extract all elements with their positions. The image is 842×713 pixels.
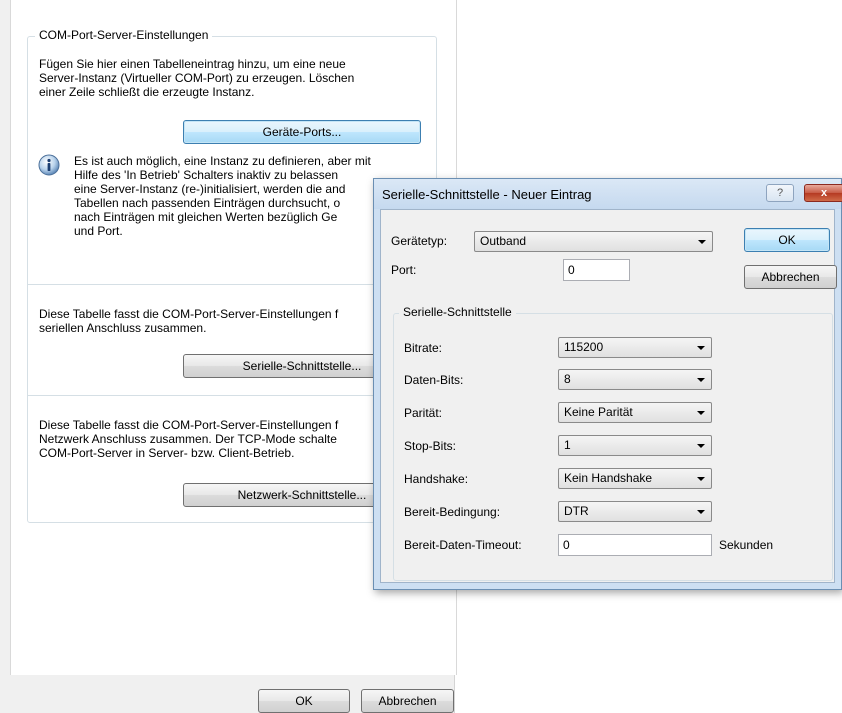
ready-timeout-field[interactable]: 0: [558, 534, 712, 556]
info-icon: [38, 154, 60, 176]
handshake-value: Kein Handshake: [564, 471, 653, 485]
chevron-down-icon: [697, 510, 705, 514]
ready-condition-value: DTR: [564, 504, 589, 518]
chevron-down-icon: [697, 444, 705, 448]
close-button[interactable]: x: [804, 184, 842, 202]
info-text-line2: Hilfe des 'In Betrieb' Schalters inaktiv…: [74, 168, 339, 182]
device-ports-button[interactable]: Geräte-Ports...: [183, 120, 421, 144]
stopbits-select[interactable]: 1: [558, 435, 712, 456]
serial-desc-line2: seriellen Anschluss zusammen.: [39, 321, 207, 335]
port-field[interactable]: 0: [563, 259, 630, 281]
chevron-down-icon: [697, 346, 705, 350]
info-text-line4: Tabellen nach passenden Einträgen durchs…: [74, 196, 341, 210]
help-button[interactable]: ?: [766, 184, 794, 202]
stopbits-label: Stop-Bits:: [404, 439, 457, 453]
group-title: COM-Port-Server-Einstellungen: [35, 28, 213, 42]
handshake-label: Handshake:: [404, 472, 469, 486]
bitrate-select[interactable]: 115200: [558, 337, 712, 358]
dialog-cancel-button[interactable]: Abbrechen: [744, 265, 837, 289]
ready-condition-select[interactable]: DTR: [558, 501, 712, 522]
info-text-line1: Es ist auch möglich, eine Instanz zu def…: [74, 154, 371, 168]
info-text-line3: eine Server-Instanz (re-)initialisiert, …: [74, 182, 346, 196]
network-desc-line1: Diese Tabelle fasst die COM-Port-Server-…: [39, 418, 339, 432]
cancel-button[interactable]: Abbrechen: [361, 689, 454, 713]
info-text-line6: und Port.: [74, 224, 123, 238]
info-text-line5: nach Einträgen mit gleichen Werten bezüg…: [74, 210, 338, 224]
intro-text-line3: einer Zeile schließt die erzeugte Instan…: [39, 85, 255, 99]
serial-group-title: Serielle-Schnittstelle: [399, 305, 516, 319]
intro-text-line1: Fügen Sie hier einen Tabelleneintrag hin…: [39, 57, 346, 71]
databits-label: Daten-Bits:: [404, 373, 464, 387]
chevron-down-icon: [697, 477, 705, 481]
serial-desc-line1: Diese Tabelle fasst die COM-Port-Server-…: [39, 307, 339, 321]
chevron-down-icon: [697, 411, 705, 415]
parity-value: Keine Parität: [564, 405, 633, 419]
bitrate-label: Bitrate:: [404, 341, 443, 355]
ready-timeout-label: Bereit-Daten-Timeout:: [404, 538, 522, 552]
dialog-title: Serielle-Schnittstelle - Neuer Eintrag: [382, 187, 592, 202]
ok-button[interactable]: OK: [258, 689, 350, 713]
ready-timeout-unit: Sekunden: [719, 538, 774, 552]
chevron-down-icon: [697, 378, 705, 382]
bitrate-value: 115200: [564, 340, 604, 354]
network-desc-line2: Netzwerk Anschluss zusammen. Der TCP-Mod…: [39, 432, 337, 446]
device-type-label: Gerätetyp:: [391, 234, 448, 248]
network-desc-line3: COM-Port-Server in Server- bzw. Client-B…: [39, 446, 295, 460]
device-type-select[interactable]: Outband: [474, 231, 713, 252]
dialog-client-area: Gerätetyp: Outband Port: 0 OK Abbrechen …: [380, 209, 837, 583]
device-type-value: Outband: [480, 234, 527, 248]
databits-value: 8: [564, 372, 571, 386]
databits-select[interactable]: 8: [558, 369, 712, 390]
ready-condition-label: Bereit-Bedingung:: [404, 505, 501, 519]
serial-interface-dialog: Serielle-Schnittstelle - Neuer Eintrag ?…: [373, 178, 842, 590]
dialog-titlebar[interactable]: Serielle-Schnittstelle - Neuer Eintrag ?…: [374, 179, 842, 209]
intro-text-line2: Server-Instanz (Virtueller COM-Port) zu …: [39, 71, 355, 85]
parity-label: Parität:: [404, 406, 443, 420]
handshake-select[interactable]: Kein Handshake: [558, 468, 712, 489]
dialog-ok-button[interactable]: OK: [744, 228, 830, 252]
port-label: Port:: [391, 263, 417, 277]
stopbits-value: 1: [564, 438, 571, 452]
parity-select[interactable]: Keine Parität: [558, 402, 712, 423]
chevron-down-icon: [698, 240, 706, 244]
